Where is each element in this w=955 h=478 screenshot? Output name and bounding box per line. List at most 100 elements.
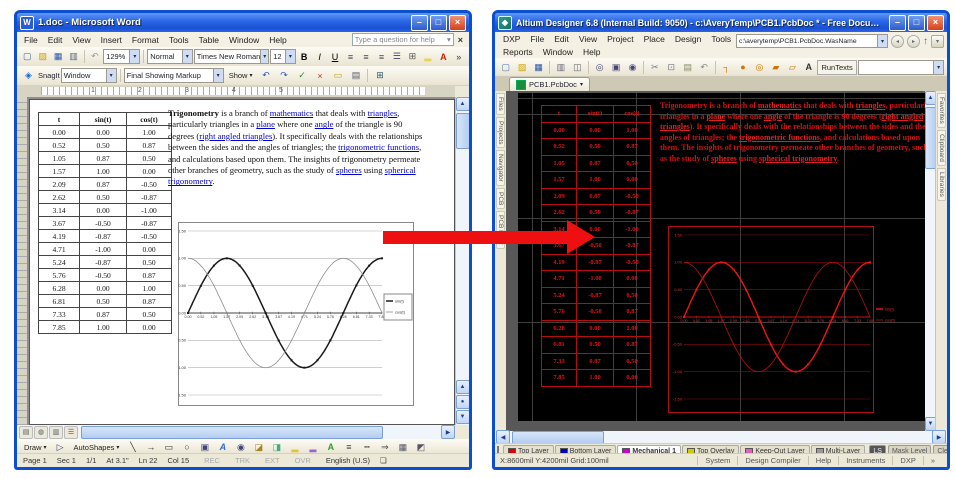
menu-item-tools[interactable]: Tools <box>164 35 194 45</box>
place-pad-icon[interactable]: ● <box>735 59 750 75</box>
save-icon[interactable]: ▦ <box>51 49 65 65</box>
interactive-routing-icon[interactable]: ┐ <box>719 59 734 75</box>
underline-button[interactable]: U <box>328 49 342 65</box>
menu-item-rec[interactable]: REC <box>199 456 225 465</box>
next-change-icon[interactable]: ↷ <box>275 68 292 84</box>
menu-item-system[interactable]: System <box>697 456 737 465</box>
word-vertical-scrollbar[interactable]: ▲ ▲ ● ▼ <box>455 97 469 425</box>
menu-item-insert[interactable]: Insert <box>96 35 127 45</box>
hyperlink-mathematics[interactable]: mathematics <box>758 101 802 110</box>
hyperlink-triangles[interactable]: triangles <box>856 101 886 110</box>
menu-item-window[interactable]: Window <box>224 35 264 45</box>
snagit-window-combo[interactable]: Window▾ <box>61 68 117 83</box>
accept-change-icon[interactable]: ✓ <box>293 68 310 84</box>
reject-change-icon[interactable]: × <box>311 68 328 84</box>
menu-item-reports[interactable]: Reports <box>498 47 538 57</box>
word-data-table[interactable]: tsin(t)cos(t)0.000.001.000.520.500.871.0… <box>38 112 172 334</box>
pcb-document-tab[interactable]: PCB1.PcbDoc ▾ <box>509 77 590 91</box>
font-combo[interactable]: Times New Roman▾ <box>194 49 269 64</box>
insert-comment-icon[interactable]: ▭ <box>329 68 346 84</box>
menu-item-trk[interactable]: TRK <box>230 456 255 465</box>
bold-button[interactable]: B <box>297 49 311 65</box>
panel-tab-clipboard[interactable]: Clipboard <box>937 130 946 166</box>
menu-item-instruments[interactable]: Instruments <box>838 456 892 465</box>
hyperlink-triangles[interactable]: triangles <box>368 108 398 118</box>
hyperlink-angle[interactable]: angle <box>315 119 334 129</box>
print-layout-view-icon[interactable]: ▥ <box>49 426 63 439</box>
save-icon[interactable]: ▦ <box>531 59 546 75</box>
word-horizontal-scrollbar[interactable] <box>79 426 440 438</box>
runtexts-button[interactable]: RunTexts <box>817 60 856 75</box>
style-combo[interactable]: Normal▾ <box>147 49 193 64</box>
forward-button[interactable]: ▸ <box>907 35 920 48</box>
pcb-black-sheet[interactable]: tsin(t)cos(t)0.000.001.000.520.500.871.0… <box>518 93 925 421</box>
panel-tab-pcb-filter[interactable]: PCB Filter <box>496 211 505 249</box>
altium-minimize-button[interactable]: – <box>889 15 906 31</box>
hyperlink-angle[interactable]: angle <box>764 112 782 121</box>
menu-item-dxp[interactable]: DXP <box>892 456 922 465</box>
menu-item-item[interactable]: » <box>923 456 942 465</box>
select-browse-object-icon[interactable]: ● <box>456 395 470 409</box>
up-one-level-icon[interactable]: ↑ <box>923 36 928 47</box>
hyperlink-trigonometric-functions[interactable]: trigonometric functions <box>338 142 419 152</box>
undo-icon[interactable]: ↶ <box>88 49 102 65</box>
word-paragraph[interactable]: Trigonometry is a branch of mathematics … <box>168 108 426 188</box>
show-menu-button[interactable]: Show▾ <box>225 68 257 83</box>
hyperlink-spherical-trigonometry[interactable]: spherical trigonometry <box>759 154 837 163</box>
menu-item-tools[interactable]: Tools <box>706 34 736 44</box>
hyperlink-spheres[interactable]: spheres <box>711 154 737 163</box>
menu-item-place[interactable]: Place <box>639 34 670 44</box>
highlight-icon[interactable]: ▂ <box>421 49 435 65</box>
previous-change-icon[interactable]: ↶ <box>257 68 274 84</box>
scroll-thumb[interactable] <box>456 113 470 149</box>
hyperlink-right-angled-triangles[interactable]: right angled triangles <box>199 131 272 141</box>
panel-tab-projects[interactable]: Projects <box>496 117 505 148</box>
scroll-up-icon[interactable]: ▲ <box>456 97 470 111</box>
place-polygon-icon[interactable]: ▱ <box>785 59 800 75</box>
new-icon[interactable]: ▢ <box>498 59 513 75</box>
vertical-ruler[interactable] <box>17 97 27 425</box>
align-right-icon[interactable]: ≡ <box>374 49 388 65</box>
menu-item-view[interactable]: View <box>574 34 602 44</box>
favorites-button[interactable]: ▾ <box>931 35 944 48</box>
document-path-combo[interactable]: c:\averytemp\PCB1.PcbDoc.WasName ▾ <box>736 34 888 48</box>
align-center-icon[interactable]: ≡ <box>359 49 373 65</box>
copy-icon[interactable]: ⊡ <box>664 59 679 75</box>
altium-close-button[interactable]: × <box>927 15 944 31</box>
word-chart-object[interactable]: 1.501.000.500.00-0.50-1.00-1.500.000.521… <box>178 222 414 406</box>
snagit-icon[interactable]: ◈ <box>20 68 37 84</box>
italic-button[interactable]: I <box>312 49 326 65</box>
help-question-box[interactable]: Type a question for help ▾ <box>352 33 454 46</box>
zoom-selected-icon[interactable]: ◉ <box>625 59 640 75</box>
blank-combo[interactable]: ▾ <box>858 60 944 75</box>
altium-horizontal-scrollbar[interactable]: ◀ ▶ <box>495 431 947 443</box>
menu-item-window[interactable]: Window <box>538 47 578 57</box>
undo-icon[interactable]: ↶ <box>696 59 711 75</box>
pcb-canvas[interactable]: tsin(t)cos(t)0.000.001.000.520.500.871.0… <box>506 91 925 431</box>
menu-item-design-compiler[interactable]: Design Compiler <box>737 456 807 465</box>
print-icon[interactable]: ▥ <box>66 49 80 65</box>
normal-view-icon[interactable]: ▤ <box>19 426 33 439</box>
paste-icon[interactable]: ▤ <box>680 59 695 75</box>
place-via-icon[interactable]: ◎ <box>752 59 767 75</box>
menu-item-format[interactable]: Format <box>127 35 164 45</box>
new-document-icon[interactable]: ▢ <box>20 49 34 65</box>
menu-item-ext[interactable]: EXT <box>260 456 285 465</box>
menu-item-file[interactable]: File <box>19 35 43 45</box>
toolbar-options-icon[interactable]: » <box>452 49 466 65</box>
insert-table-icon[interactable]: ⊞ <box>371 68 388 84</box>
close-button[interactable]: × <box>449 15 466 31</box>
place-string-icon[interactable]: A <box>801 59 816 75</box>
word-page[interactable]: tsin(t)cos(t)0.000.001.000.520.500.871.0… <box>29 99 455 425</box>
hyperlink-trigonometric-functions[interactable]: trigonometric functions <box>739 133 820 142</box>
borders-icon[interactable]: ⊞ <box>405 49 419 65</box>
menu-item-help[interactable]: Help <box>578 47 605 57</box>
open-icon[interactable]: ▨ <box>514 59 529 75</box>
previous-page-icon[interactable]: ▲ <box>456 380 470 394</box>
cut-icon[interactable]: ✂ <box>647 59 662 75</box>
zoom-all-icon[interactable]: ◎ <box>592 59 607 75</box>
panel-tab-libraries[interactable]: Libraries <box>937 168 946 201</box>
zoom-area-icon[interactable]: ▣ <box>608 59 623 75</box>
display-for-review-combo[interactable]: Final Showing Markup▾ <box>124 68 224 83</box>
menu-item-view[interactable]: View <box>67 35 95 45</box>
